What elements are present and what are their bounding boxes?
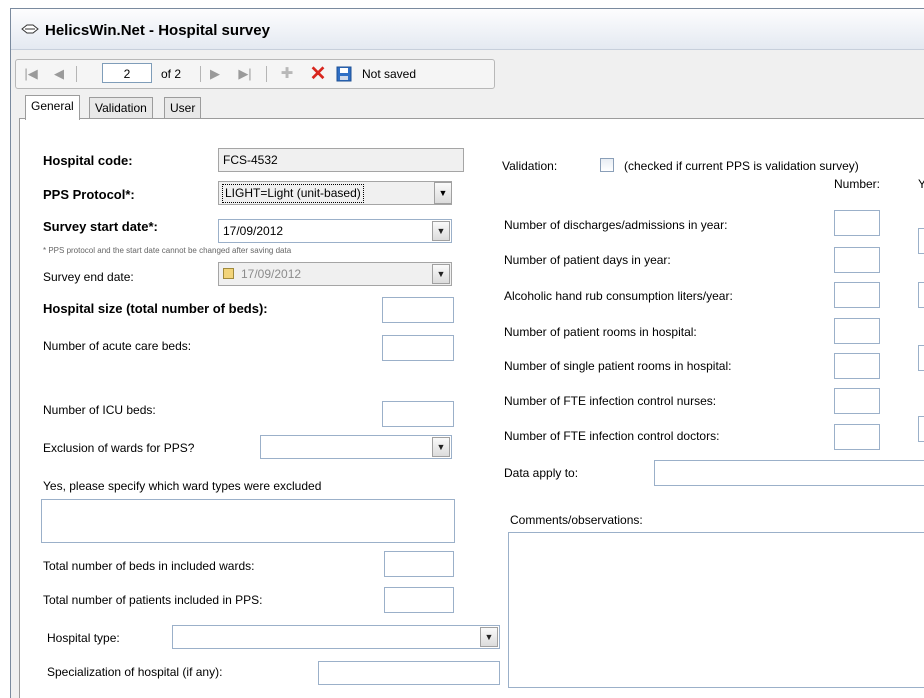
patient-days-input[interactable]	[834, 247, 880, 273]
add-record-icon[interactable]: ✚	[278, 65, 296, 83]
protocol-hint: * PPS protocol and the start date cannot…	[43, 246, 292, 255]
excluded-wards-label: Yes, please specify which ward types wer…	[43, 479, 322, 493]
toolbar-separator	[200, 66, 201, 82]
title-bar: HelicsWin.Net - Hospital survey	[11, 9, 924, 50]
comments-label: Comments/observations:	[510, 513, 643, 527]
chevron-down-icon[interactable]: ▼	[434, 182, 452, 204]
window-title: HelicsWin.Net - Hospital survey	[45, 22, 270, 39]
survey-start-date-picker[interactable]: 17/09/2012 ▼	[218, 219, 452, 243]
hospital-type-select[interactable]: ▼	[172, 625, 500, 649]
total-beds-label: Total number of beds in included wards:	[43, 559, 255, 573]
app-window: HelicsWin.Net - Hospital survey |◀ ◀ 2 o…	[10, 8, 924, 698]
page-number-input[interactable]: 2	[102, 63, 152, 83]
fte-year-input[interactable]	[918, 416, 924, 442]
acute-beds-label: Number of acute care beds:	[43, 339, 192, 353]
pps-protocol-label: PPS Protocol*:	[43, 187, 135, 202]
chevron-down-icon[interactable]: ▼	[432, 264, 450, 284]
page-count-label: of 2	[161, 67, 182, 81]
hospital-size-input[interactable]	[382, 297, 454, 323]
icu-beds-label: Number of ICU beds:	[43, 403, 156, 417]
specialization-label: Specialization of hospital (if any):	[47, 665, 223, 679]
patient-days-label: Number of patient days in year:	[504, 253, 671, 267]
alcoholic-year-input[interactable]	[918, 282, 924, 308]
navigation-toolbar: |◀ ◀ 2 of 2 ▶ ▶| ✚ ✕ Not saved	[15, 59, 495, 89]
hospital-code-label: Hospital code:	[43, 153, 133, 168]
year-column-header: Y	[918, 177, 924, 191]
rooms-input[interactable]	[834, 318, 880, 344]
total-beds-input[interactable]	[384, 551, 454, 577]
survey-end-label: Survey end date:	[43, 270, 134, 284]
excluded-wards-input[interactable]	[41, 499, 455, 543]
validation-label: Validation:	[502, 159, 558, 173]
general-panel: Hospital code: FCS-4532 PPS Protocol*: L…	[19, 118, 924, 698]
previous-record-icon[interactable]: ◀	[50, 65, 68, 83]
fte-doctors-label: Number of FTE infection control doctors:	[504, 429, 720, 443]
total-patients-input[interactable]	[384, 587, 454, 613]
data-apply-label: Data apply to:	[504, 466, 579, 480]
fte-nurses-input[interactable]	[834, 388, 880, 414]
number-column-header: Number:	[834, 177, 881, 191]
first-record-icon[interactable]: |◀	[22, 65, 40, 83]
discharges-year-input[interactable]	[918, 228, 924, 254]
app-icon	[21, 24, 39, 34]
comments-input[interactable]	[508, 532, 924, 688]
rooms-label: Number of patient rooms in hospital:	[504, 325, 697, 339]
tab-general[interactable]: General	[25, 95, 80, 120]
survey-end-value: 17/09/2012	[241, 267, 302, 281]
pps-protocol-select[interactable]: LIGHT=Light (unit-based)	[218, 181, 452, 205]
exclusion-select[interactable]: ▼	[260, 435, 452, 459]
specialization-input[interactable]	[318, 661, 500, 685]
chevron-down-icon[interactable]: ▼	[432, 221, 450, 241]
validation-checkbox[interactable]	[600, 158, 614, 172]
delete-record-icon[interactable]: ✕	[308, 64, 328, 84]
pps-protocol-value: LIGHT=Light (unit-based)	[222, 184, 364, 203]
hospital-type-label: Hospital type:	[47, 631, 120, 645]
discharges-input[interactable]	[834, 210, 880, 236]
acute-beds-input[interactable]	[382, 335, 454, 361]
next-record-icon[interactable]: ▶	[206, 65, 224, 83]
alcoholic-label: Alcoholic hand rub consumption liters/ye…	[504, 289, 733, 303]
data-apply-input[interactable]	[654, 460, 924, 486]
fte-doctors-input[interactable]	[834, 424, 880, 450]
calendar-checkbox-icon[interactable]	[223, 268, 234, 279]
chevron-down-icon[interactable]: ▼	[432, 437, 450, 457]
last-record-icon[interactable]: ▶|	[234, 65, 256, 83]
validation-description: (checked if current PPS is validation su…	[624, 159, 859, 173]
hospital-size-label: Hospital size (total number of beds):	[43, 301, 268, 316]
survey-end-date-picker[interactable]: 17/09/2012 ▼	[218, 262, 452, 286]
tab-user[interactable]: User	[164, 97, 202, 118]
tab-validation[interactable]: Validation	[89, 97, 153, 118]
toolbar-separator	[76, 66, 77, 82]
alcoholic-input[interactable]	[834, 282, 880, 308]
toolbar-separator	[266, 66, 267, 82]
save-icon[interactable]	[336, 66, 352, 82]
chevron-down-icon[interactable]: ▼	[480, 627, 498, 647]
rooms-year-input[interactable]	[918, 345, 924, 371]
survey-start-value: 17/09/2012	[223, 224, 284, 238]
single-rooms-label: Number of single patient rooms in hospit…	[504, 359, 732, 373]
save-status-label: Not saved	[362, 67, 417, 81]
icu-beds-input[interactable]	[382, 401, 454, 427]
single-rooms-input[interactable]	[834, 353, 880, 379]
fte-nurses-label: Number of FTE infection control nurses:	[504, 394, 717, 408]
discharges-label: Number of discharges/admissions in year:	[504, 218, 728, 232]
total-patients-label: Total number of patients included in PPS…	[43, 593, 263, 607]
exclusion-label: Exclusion of wards for PPS?	[43, 441, 195, 455]
hospital-code-field[interactable]: FCS-4532	[218, 148, 464, 172]
survey-start-label: Survey start date*:	[43, 219, 158, 234]
